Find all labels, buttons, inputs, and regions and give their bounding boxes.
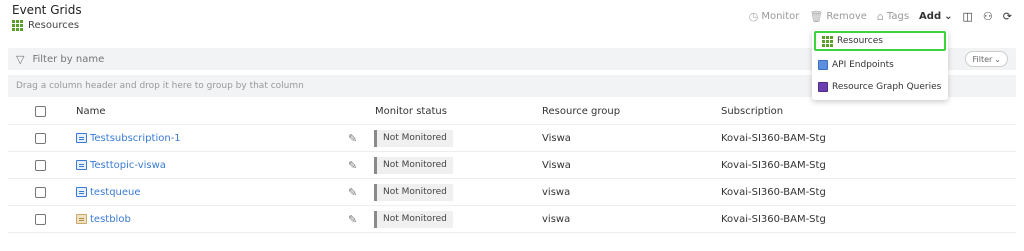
resources-grid-icon — [822, 35, 833, 47]
edit-icon[interactable]: ✎ — [348, 213, 357, 226]
breadcrumb-label: Resources — [28, 20, 80, 31]
edit-icon[interactable]: ✎ — [348, 186, 357, 199]
status-badge: Not Monitored — [374, 210, 453, 228]
filter-input[interactable] — [32, 53, 333, 65]
group-hint: Drag a column header and drop it here to… — [16, 81, 304, 91]
tag-icon: ⌂ — [876, 10, 884, 23]
resource-group-cell: Viswa — [542, 132, 571, 144]
columns-icon[interactable]: ◫ — [963, 10, 973, 23]
menu-item-label: Resources — [837, 36, 883, 46]
subscription-icon — [76, 133, 87, 143]
tags-button[interactable]: ⌂ Tags — [877, 10, 909, 23]
filter-dropdown-button[interactable]: Filter ⌄ — [965, 51, 1008, 67]
api-endpoint-icon — [818, 60, 828, 70]
resources-grid-icon — [12, 20, 23, 31]
add-label: Add — [919, 11, 942, 22]
column-header-monitor-status[interactable]: Monitor status — [375, 98, 447, 124]
blob-icon — [76, 214, 87, 224]
status-badge: Not Monitored — [374, 129, 453, 147]
add-dropdown-menu: Resources API Endpoints Resource Graph Q… — [812, 30, 948, 100]
topic-icon — [76, 160, 87, 170]
filter-button-label: Filter — [972, 54, 993, 64]
table-row[interactable]: testqueue ✎ Not Monitored viswa Kovai-SI… — [8, 179, 1016, 206]
monitor-label: Monitor — [761, 11, 800, 22]
row-checkbox[interactable] — [35, 186, 46, 198]
status-badge: Not Monitored — [374, 183, 453, 201]
user-settings-icon[interactable]: ⚇ — [983, 10, 993, 23]
remove-label: Remove — [826, 11, 867, 22]
status-badge: Not Monitored — [374, 156, 453, 174]
monitor-icon: ◷ — [748, 10, 759, 23]
row-checkbox[interactable] — [35, 213, 46, 225]
row-checkbox[interactable] — [35, 159, 46, 171]
menu-item-resources[interactable]: Resources — [814, 31, 946, 51]
column-header-resource-group[interactable]: Resource group — [542, 98, 620, 124]
funnel-icon: ▽ — [16, 52, 25, 66]
resource-name-link[interactable]: testblob — [90, 214, 131, 225]
resource-name-link[interactable]: Testsubscription-1 — [90, 133, 181, 144]
subscription-cell: Kovai-SI360-BAM-Stg — [721, 186, 826, 198]
menu-item-label: Resource Graph Queries — [832, 82, 942, 92]
subscription-cell: Kovai-SI360-BAM-Stg — [721, 132, 826, 144]
resource-group-cell: viswa — [542, 213, 571, 225]
add-button[interactable]: Add ⌄ — [919, 11, 952, 22]
edit-icon[interactable]: ✎ — [348, 132, 357, 145]
row-checkbox[interactable] — [35, 132, 46, 144]
column-header-subscription[interactable]: Subscription — [721, 98, 783, 124]
table-row[interactable]: testblob ✎ Not Monitored viswa Kovai-SI3… — [8, 206, 1016, 233]
remove-button[interactable]: 🗑 Remove — [809, 10, 867, 23]
table-row[interactable]: Testtopic-viswa ✎ Not Monitored Viswa Ko… — [8, 152, 1016, 179]
monitor-button[interactable]: ◷ Monitor — [749, 10, 800, 23]
toolbar: ◷ Monitor 🗑 Remove ⌂ Tags Add ⌄ ◫ ⚇ ⟳ — [749, 10, 1012, 23]
refresh-icon[interactable]: ⟳ — [1003, 10, 1012, 23]
trash-icon: 🗑 — [809, 10, 824, 23]
resource-name-link[interactable]: Testtopic-viswa — [90, 160, 166, 171]
breadcrumb[interactable]: Resources — [12, 20, 79, 31]
table-row[interactable]: Testsubscription-1 ✎ Not Monitored Viswa… — [8, 125, 1016, 152]
resource-group-cell: viswa — [542, 186, 571, 198]
subscription-cell: Kovai-SI360-BAM-Stg — [721, 213, 826, 225]
subscription-cell: Kovai-SI360-BAM-Stg — [721, 159, 826, 171]
resource-group-cell: Viswa — [542, 159, 571, 171]
menu-item-api-endpoints[interactable]: API Endpoints — [812, 54, 948, 76]
edit-icon[interactable]: ✎ — [348, 159, 357, 172]
chevron-down-icon: ⌄ — [944, 11, 953, 22]
menu-item-resource-graph-queries[interactable]: Resource Graph Queries — [812, 76, 948, 98]
chevron-down-icon: ⌄ — [994, 54, 1001, 64]
menu-item-label: API Endpoints — [832, 60, 894, 70]
select-all-checkbox[interactable] — [35, 105, 46, 117]
column-header-name[interactable]: Name — [76, 98, 106, 124]
page-title: Event Grids — [12, 3, 82, 17]
tags-label: Tags — [886, 11, 910, 22]
resource-graph-icon — [818, 82, 828, 92]
table-header: Name Monitor status Resource group Subsc… — [8, 98, 1016, 125]
resources-table: Name Monitor status Resource group Subsc… — [8, 98, 1016, 233]
resource-name-link[interactable]: testqueue — [90, 187, 141, 198]
queue-icon — [76, 187, 87, 197]
